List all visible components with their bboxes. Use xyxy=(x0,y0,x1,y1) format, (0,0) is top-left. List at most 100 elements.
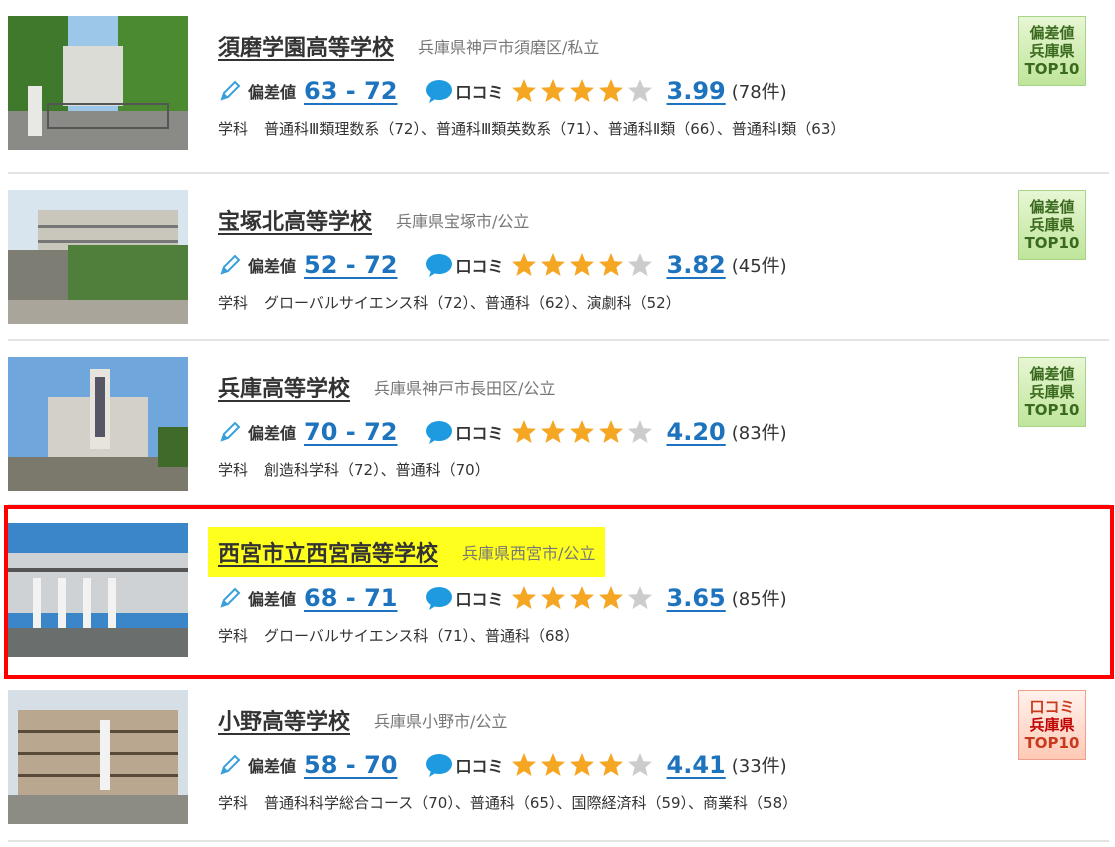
departments-row: 学科 グローバルサイエンス科（72）、普通科（62）、演劇科（52） xyxy=(218,292,681,313)
star-rating xyxy=(510,751,655,779)
star-filled-icon xyxy=(569,586,594,609)
hensachi-label: 偏差値 xyxy=(248,257,297,276)
school-name-link[interactable]: 西宮市立西宮高等学校 xyxy=(218,536,438,568)
star-empty-icon xyxy=(627,420,652,443)
star-filled-icon xyxy=(598,753,623,776)
departments-list: 創造科学科（72）、普通科（70） xyxy=(264,461,490,479)
review-count: (83件) xyxy=(731,423,787,444)
star-filled-icon xyxy=(569,420,594,443)
star-filled-icon xyxy=(511,586,536,609)
ranking-badge[interactable]: 偏差値 兵庫県 TOP10 xyxy=(1018,190,1086,260)
school-photo[interactable] xyxy=(8,16,188,150)
school-photo[interactable] xyxy=(8,190,188,324)
hensachi-range-link[interactable]: 52 - 72 xyxy=(304,251,397,279)
title-row: 須磨学園高等学校 兵庫県神戸市須磨区/私立 xyxy=(218,28,599,64)
school-name-link[interactable]: 小野高等学校 xyxy=(218,704,350,736)
title-row: 小野高等学校 兵庫県小野市/公立 xyxy=(218,702,507,738)
speech-bubble-icon xyxy=(426,254,453,277)
rating-score-link[interactable]: 3.82 xyxy=(667,251,726,279)
kuchikomi-label: 口コミ xyxy=(455,257,504,276)
review-count: (85件) xyxy=(731,589,787,610)
badge-line-3: TOP10 xyxy=(1024,60,1080,78)
star-filled-icon xyxy=(511,253,536,276)
badge-line-2: 兵庫県 xyxy=(1029,383,1075,401)
star-filled-icon xyxy=(511,753,536,776)
badge-line-2: 兵庫県 xyxy=(1029,42,1075,60)
rating-score-link[interactable]: 3.65 xyxy=(667,584,726,612)
title-row: 宝塚北高等学校 兵庫県宝塚市/公立 xyxy=(218,202,529,238)
school-location: 兵庫県西宮市/公立 xyxy=(462,544,596,563)
school-name-link[interactable]: 兵庫高等学校 xyxy=(218,371,350,403)
ranking-badge[interactable]: 偏差値 兵庫県 TOP10 xyxy=(1018,16,1086,86)
departments-list: 普通科科学総合コース（70）、普通科（65）、国際経済科（59）、商業科（58） xyxy=(264,794,798,812)
rating-score-link[interactable]: 4.20 xyxy=(667,418,726,446)
badge-line-3: TOP10 xyxy=(1024,401,1080,419)
metrics-row: 偏差値 63 - 72 口コミ 3.99 (78件) xyxy=(218,74,787,108)
star-filled-icon xyxy=(598,253,623,276)
divider xyxy=(8,840,1109,842)
ranking-badge[interactable]: 偏差値 兵庫県 TOP10 xyxy=(1018,357,1086,427)
star-filled-icon xyxy=(511,79,536,102)
departments-label: 学科 xyxy=(218,120,249,138)
school-name-link[interactable]: 須磨学園高等学校 xyxy=(218,30,394,62)
rating-score-link[interactable]: 4.41 xyxy=(667,751,726,779)
review-count: (78件) xyxy=(731,82,787,103)
school-photo[interactable] xyxy=(8,357,188,491)
school-name-link[interactable]: 宝塚北高等学校 xyxy=(218,204,372,236)
hensachi-label: 偏差値 xyxy=(248,83,297,102)
departments-label: 学科 xyxy=(218,627,249,645)
star-rating xyxy=(510,77,655,105)
star-empty-icon xyxy=(627,253,652,276)
star-filled-icon xyxy=(540,586,565,609)
star-empty-icon xyxy=(627,753,652,776)
star-filled-icon xyxy=(540,253,565,276)
badge-line-1: 口コミ xyxy=(1029,698,1075,716)
star-filled-icon xyxy=(569,253,594,276)
kuchikomi-label: 口コミ xyxy=(455,424,504,443)
rating-score-link[interactable]: 3.99 xyxy=(667,77,726,105)
star-filled-icon xyxy=(569,753,594,776)
metrics-row: 偏差値 52 - 72 口コミ 3.82 (45件) xyxy=(218,248,787,282)
speech-bubble-icon xyxy=(426,421,453,444)
divider xyxy=(8,504,1109,506)
badge-line-1: 偏差値 xyxy=(1029,365,1075,383)
school-location: 兵庫県小野市/公立 xyxy=(374,712,508,731)
star-empty-icon xyxy=(627,79,652,102)
badge-line-1: 偏差値 xyxy=(1029,24,1075,42)
badge-line-1: 偏差値 xyxy=(1029,198,1075,216)
departments-label: 学科 xyxy=(218,294,249,312)
star-rating xyxy=(510,584,655,612)
departments-row: 学科 グローバルサイエンス科（71）、普通科（68） xyxy=(218,625,579,646)
star-filled-icon xyxy=(540,79,565,102)
school-location: 兵庫県宝塚市/公立 xyxy=(396,212,530,231)
star-filled-icon xyxy=(540,753,565,776)
pencil-icon xyxy=(220,587,241,608)
ranking-badge[interactable]: 口コミ 兵庫県 TOP10 xyxy=(1018,690,1086,760)
departments-row: 学科 創造科学科（72）、普通科（70） xyxy=(218,459,490,480)
hensachi-label: 偏差値 xyxy=(248,757,297,776)
review-count: (33件) xyxy=(731,756,787,777)
badge-line-2: 兵庫県 xyxy=(1029,716,1075,734)
school-photo[interactable] xyxy=(8,523,188,657)
review-count: (45件) xyxy=(731,256,787,277)
pencil-icon xyxy=(220,754,241,775)
hensachi-range-link[interactable]: 68 - 71 xyxy=(304,584,397,612)
title-row: 兵庫高等学校 兵庫県神戸市長田区/公立 xyxy=(218,369,555,405)
school-card: 兵庫高等学校 兵庫県神戸市長田区/公立 偏差値 70 - 72 口コミ 4.20… xyxy=(0,341,1115,507)
departments-row: 学科 普通科科学総合コース（70）、普通科（65）、国際経済科（59）、商業科（5… xyxy=(218,792,797,813)
hensachi-range-link[interactable]: 63 - 72 xyxy=(304,77,397,105)
speech-bubble-icon xyxy=(426,754,453,777)
star-filled-icon xyxy=(569,79,594,102)
school-photo[interactable] xyxy=(8,690,188,824)
school-location: 兵庫県神戸市長田区/公立 xyxy=(374,379,556,398)
pencil-icon xyxy=(220,421,241,442)
school-list: 須磨学園高等学校 兵庫県神戸市須磨区/私立 偏差値 63 - 72 口コミ 3.… xyxy=(0,0,1115,847)
hensachi-label: 偏差値 xyxy=(248,590,297,609)
kuchikomi-label: 口コミ xyxy=(455,590,504,609)
kuchikomi-label: 口コミ xyxy=(455,757,504,776)
departments-list: グローバルサイエンス科（72）、普通科（62）、演劇科（52） xyxy=(264,294,681,312)
hensachi-range-link[interactable]: 58 - 70 xyxy=(304,751,397,779)
metrics-row: 偏差値 70 - 72 口コミ 4.20 (83件) xyxy=(218,415,787,449)
hensachi-range-link[interactable]: 70 - 72 xyxy=(304,418,397,446)
badge-line-3: TOP10 xyxy=(1024,234,1080,252)
